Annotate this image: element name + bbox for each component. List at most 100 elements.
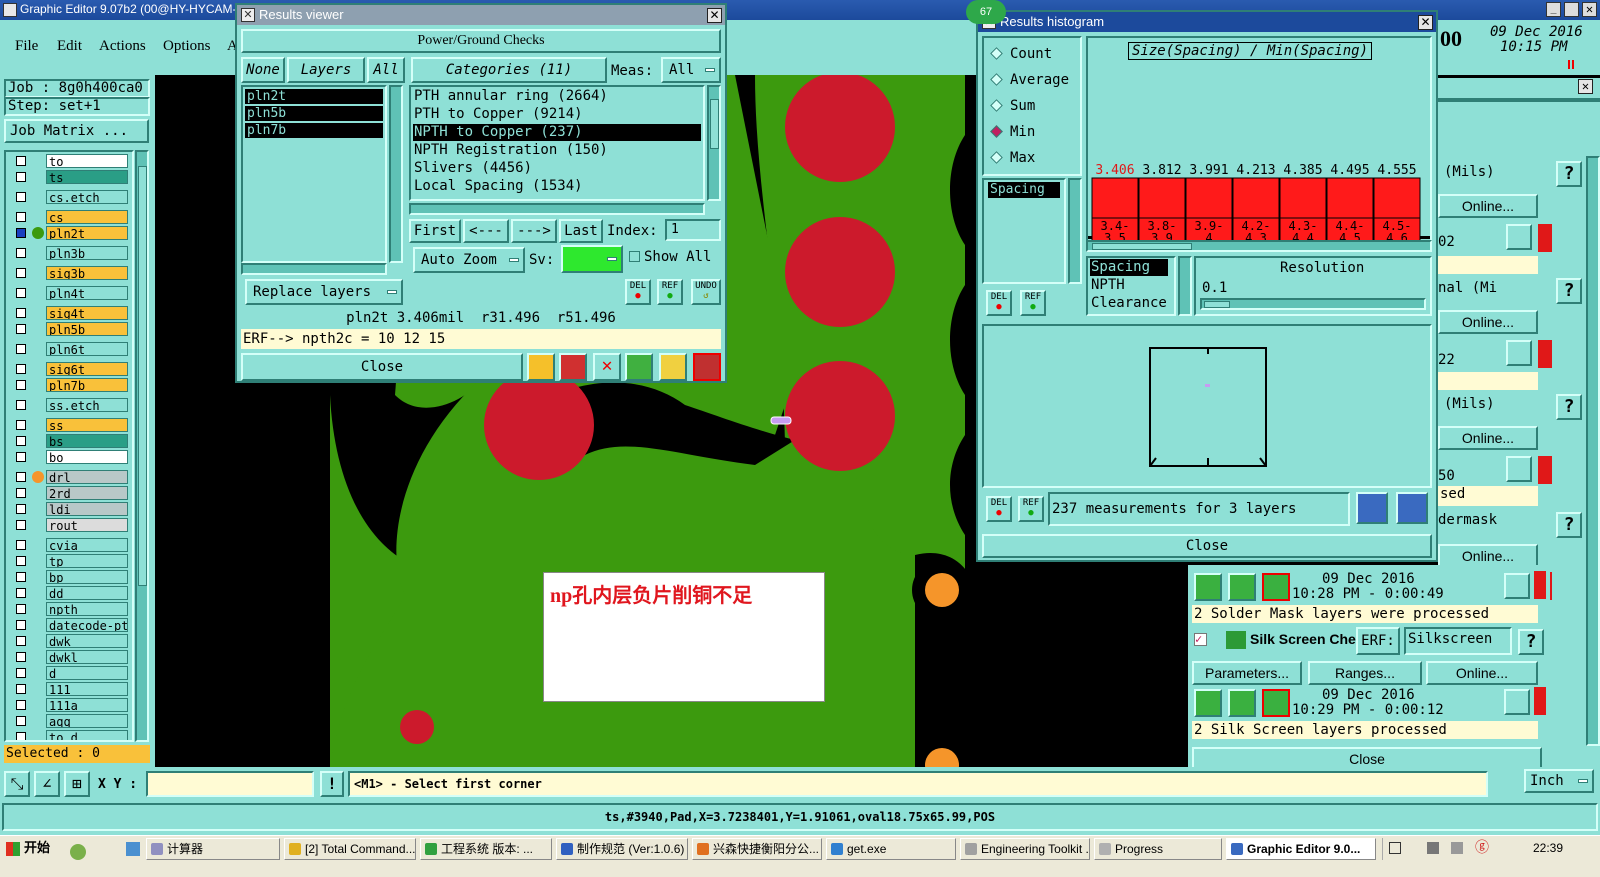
- run-icon-1c[interactable]: [1262, 573, 1290, 601]
- zoom-icon-6[interactable]: [1504, 573, 1530, 599]
- layer-row[interactable]: pln5b: [12, 322, 128, 336]
- run-icon-2c[interactable]: [1262, 689, 1290, 717]
- layer-name[interactable]: npth: [46, 602, 128, 616]
- next-button[interactable]: --->: [511, 219, 557, 243]
- type-list-scroll[interactable]: [1178, 256, 1192, 316]
- measure-icon[interactable]: ∠: [34, 771, 60, 797]
- tray-icon-1[interactable]: [1389, 842, 1401, 854]
- layer-name[interactable]: ss.etch: [46, 398, 128, 412]
- picture-icon[interactable]: [559, 353, 587, 381]
- run-icon-1a[interactable]: [1194, 573, 1222, 601]
- layer-row[interactable]: aqq: [12, 714, 128, 728]
- layer-row[interactable]: to_d: [12, 730, 128, 740]
- menu-actions[interactable]: Actions: [99, 38, 146, 55]
- hist-del-button[interactable]: DEL ●: [986, 290, 1012, 316]
- layer-row[interactable]: ldi: [12, 502, 128, 516]
- meas-dropdown[interactable]: All: [661, 57, 721, 83]
- layer-list-vscroll[interactable]: [389, 85, 403, 263]
- layer-checkbox[interactable]: [16, 684, 26, 694]
- quicklaunch-icon-1[interactable]: [70, 844, 86, 860]
- index-input[interactable]: 1: [665, 219, 721, 241]
- histogram-bar[interactable]: [1373, 177, 1421, 224]
- del-button[interactable]: DEL ●: [625, 279, 651, 305]
- taskbar-item[interactable]: Progress: [1094, 838, 1222, 860]
- online-button-2[interactable]: Online...: [1438, 310, 1538, 334]
- category-list[interactable]: PTH annular ring (2664) PTH to Copper (92…: [409, 85, 705, 201]
- zoom-icon-1[interactable]: [1506, 224, 1532, 250]
- layer-checkbox[interactable]: [16, 504, 26, 514]
- help-button-2[interactable]: ?: [1556, 278, 1582, 304]
- result-layer-item[interactable]: pln2t: [245, 89, 383, 104]
- preview-ref-button[interactable]: REF ●: [1018, 496, 1044, 522]
- histogram-bar[interactable]: [1326, 177, 1374, 224]
- online-button-5[interactable]: Online...: [1426, 661, 1538, 685]
- layer-checkbox[interactable]: [16, 400, 26, 410]
- layer-name[interactable]: bo: [46, 450, 128, 464]
- start-button[interactable]: 开始: [2, 838, 64, 860]
- layer-name[interactable]: d: [46, 666, 128, 680]
- online-button-3[interactable]: Online...: [1438, 426, 1538, 450]
- layer-row[interactable]: sig3b: [12, 266, 128, 280]
- layer-checkbox[interactable]: [16, 716, 26, 726]
- ranges-button[interactable]: Ranges...: [1308, 661, 1422, 685]
- histogram-icon[interactable]: [693, 353, 721, 381]
- layer-checkbox[interactable]: [16, 172, 26, 182]
- layer-row[interactable]: datecode-pte: [12, 618, 128, 632]
- layer-row[interactable]: ss.etch: [12, 398, 128, 412]
- layer-row[interactable]: 111a: [12, 698, 128, 712]
- measure-list-scroll[interactable]: [1068, 178, 1082, 284]
- layer-checkbox[interactable]: [16, 588, 26, 598]
- layer-name[interactable]: datecode-pte: [46, 618, 128, 632]
- layer-name[interactable]: sig4t: [46, 306, 128, 320]
- layer-checkbox[interactable]: [16, 192, 26, 202]
- layer-checkbox[interactable]: [16, 520, 26, 530]
- online-button-1[interactable]: Online...: [1438, 194, 1538, 218]
- run-icon-1b[interactable]: [1228, 573, 1256, 601]
- layer-row[interactable]: dd: [12, 586, 128, 600]
- menu-options[interactable]: Options: [163, 38, 211, 55]
- category-item[interactable]: Slivers (4456): [413, 160, 701, 177]
- layer-name[interactable]: ldi: [46, 502, 128, 516]
- layer-checkbox[interactable]: [16, 364, 26, 374]
- layer-name[interactable]: bs: [46, 434, 128, 448]
- layer-name[interactable]: cs.etch: [46, 190, 128, 204]
- type-item[interactable]: Spacing: [1090, 259, 1168, 276]
- layer-name[interactable]: to: [46, 154, 128, 168]
- undo-button[interactable]: UNDO ↺: [691, 279, 721, 305]
- categories-button[interactable]: Categories (11): [411, 57, 607, 83]
- taskbar-item[interactable]: Graphic Editor 9.0...: [1226, 838, 1376, 860]
- layer-checkbox[interactable]: [16, 732, 26, 740]
- layer-row[interactable]: d: [12, 666, 128, 680]
- run-icon-2b[interactable]: [1228, 689, 1256, 717]
- histogram-bar[interactable]: [1279, 177, 1327, 224]
- menu-file[interactable]: File: [15, 38, 38, 55]
- category-scroll-thumb[interactable]: [710, 99, 719, 149]
- help-button-3[interactable]: ?: [1556, 394, 1582, 420]
- layer-list-hscroll[interactable]: [241, 263, 387, 275]
- measure-list[interactable]: Spacing: [982, 178, 1066, 284]
- tray-icon-4[interactable]: ⓖ: [1475, 840, 1489, 854]
- layer-row[interactable]: pln6t: [12, 342, 128, 356]
- auto-zoom-dropdown[interactable]: Auto Zoom: [413, 247, 525, 273]
- last-button[interactable]: Last: [559, 219, 603, 243]
- layer-row[interactable]: sig4t: [12, 306, 128, 320]
- layer-name[interactable]: pln5b: [46, 322, 128, 336]
- layer-checkbox[interactable]: [16, 700, 26, 710]
- layer-checkbox[interactable]: [16, 228, 26, 238]
- layer-name[interactable]: aqq: [46, 714, 128, 728]
- layer-row[interactable]: bp: [12, 570, 128, 584]
- layer-checkbox[interactable]: [16, 248, 26, 258]
- hist-ref-button[interactable]: REF ●: [1020, 290, 1046, 316]
- layer-checkbox[interactable]: [16, 652, 26, 662]
- layer-name[interactable]: 111a: [46, 698, 128, 712]
- export-icon[interactable]: [625, 353, 653, 381]
- measure-list-item[interactable]: Spacing: [988, 182, 1060, 198]
- sv-color-dropdown[interactable]: [561, 245, 623, 273]
- layer-name[interactable]: ss: [46, 418, 128, 432]
- report-icon[interactable]: [659, 353, 687, 381]
- layer-name[interactable]: dwkl: [46, 650, 128, 664]
- layer-row[interactable]: drl: [12, 470, 128, 484]
- menu-edit[interactable]: Edit: [57, 38, 82, 55]
- layer-row[interactable]: cs: [12, 210, 128, 224]
- tray-icon-2[interactable]: [1427, 842, 1439, 854]
